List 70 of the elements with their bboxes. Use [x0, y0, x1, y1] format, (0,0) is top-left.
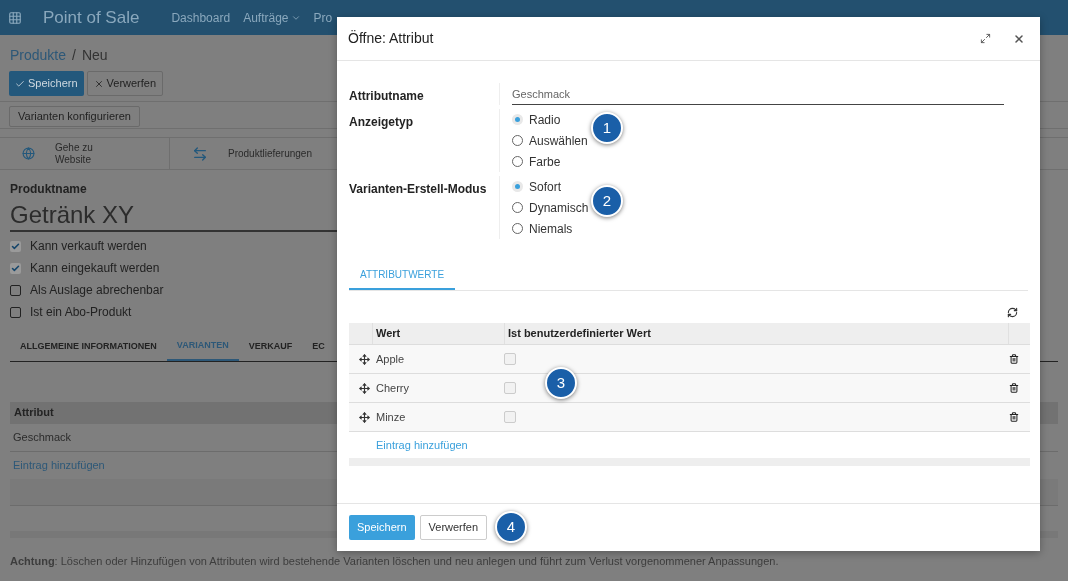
form-tab[interactable]: EC — [302, 333, 335, 361]
delete-icon[interactable] — [1009, 412, 1019, 422]
app-title: Point of Sale — [43, 6, 140, 29]
expand-icon[interactable] — [980, 33, 991, 44]
add-line-link[interactable]: Eintrag hinzufügen — [376, 436, 468, 454]
radio-label: Auswählen — [529, 132, 588, 150]
nav-menu[interactable]: Pro — [313, 8, 333, 27]
checkbox-label: Ist ein Abo-Produkt — [30, 304, 132, 321]
checkbox[interactable] — [10, 306, 21, 318]
transfer-icon — [192, 145, 208, 162]
drag-handle-icon[interactable] — [359, 382, 370, 394]
field-label: Produktname — [10, 181, 87, 198]
close-icon[interactable] — [1013, 32, 1025, 45]
add-line-link[interactable]: Eintrag hinzufügen — [13, 456, 105, 474]
step-marker: 4 — [495, 511, 527, 543]
breadcrumb-separator: / — [72, 46, 76, 65]
nav-menu[interactable]: Dashboard — [171, 8, 231, 27]
discard-button[interactable]: Verwerfen — [419, 515, 488, 540]
breadcrumb-link[interactable]: Produkte — [10, 45, 67, 66]
delete-icon[interactable] — [1009, 354, 1019, 364]
dialog-tab[interactable]: ATTRIBUTWERTE — [349, 261, 456, 290]
form-tab[interactable]: ALLGEMEINE INFORMATIONEN — [10, 333, 167, 361]
checkbox[interactable] — [10, 240, 21, 252]
dialog-title: Öffne: Attribut — [348, 29, 435, 48]
refresh-icon[interactable] — [1007, 307, 1018, 318]
radio-button[interactable] — [512, 114, 523, 125]
delete-icon[interactable] — [1009, 383, 1019, 393]
close-icon — [93, 78, 104, 89]
radio-label: Dynamisch — [529, 199, 589, 217]
check-icon — [15, 78, 25, 89]
apps-menu-icon[interactable] — [8, 10, 22, 25]
save-button[interactable]: Speichern — [9, 71, 84, 96]
discard-button[interactable]: Verwerfen — [86, 71, 164, 96]
checkbox[interactable] — [10, 284, 21, 296]
table-cell-text: Geschmack — [13, 429, 72, 445]
checkbox-label: Als Auslage abrechenbar — [30, 282, 164, 299]
form-tab[interactable]: VARIANTEN — [166, 333, 239, 361]
product-name-field[interactable]: Getränk XY — [10, 200, 337, 232]
checkbox-label: Kann eingekauft werden — [30, 260, 160, 277]
smart-button[interactable]: Gehe zu Website — [0, 138, 170, 169]
radio-label: Radio — [529, 111, 561, 129]
field-label: Varianten-Erstell-Modus — [349, 182, 487, 196]
warning-text: Achtung: Löschen oder Hinzufügen von Attributen wird bestehende Varianten löschen und neu anlegen und führt zum Verlust vorgenommener Anpassungen. — [10, 554, 779, 567]
radio-button[interactable] — [512, 181, 523, 192]
check-icon — [11, 241, 20, 251]
field-label: Anzeigetyp — [349, 115, 413, 129]
radio-label: Niemals — [529, 220, 573, 238]
radio-label: Sofort — [529, 178, 561, 196]
checkbox[interactable] — [10, 262, 21, 274]
field-label: Attributname — [349, 89, 424, 103]
breadcrumb-current: Neu — [81, 46, 108, 65]
nav-menu[interactable]: Aufträge — [243, 8, 301, 27]
checkbox-label: Kann verkauft werden — [30, 238, 147, 255]
radio-label: Farbe — [529, 153, 561, 171]
save-button[interactable]: Speichern — [349, 515, 415, 540]
column-header: Attribut — [14, 405, 54, 421]
drag-handle-icon[interactable] — [359, 411, 370, 423]
attribute-name-field[interactable]: Geschmack — [512, 83, 1004, 105]
step-marker: 1 — [591, 112, 623, 144]
table-cell-text: Cherry — [375, 380, 410, 396]
column-header: Ist benutzerdefinierter Wert — [504, 323, 1008, 344]
table-cell-text: Apple — [375, 351, 406, 367]
column-header: Wert — [375, 326, 402, 342]
configure-variants-button[interactable]: Varianten konfigurieren — [9, 105, 140, 127]
table-cell-text: Minze — [375, 409, 407, 425]
check-icon — [11, 263, 20, 273]
drag-handle-icon[interactable] — [359, 353, 370, 365]
step-marker: 2 — [591, 185, 623, 217]
globe-icon — [22, 147, 35, 160]
form-tab[interactable]: VERKAUF — [238, 333, 303, 361]
